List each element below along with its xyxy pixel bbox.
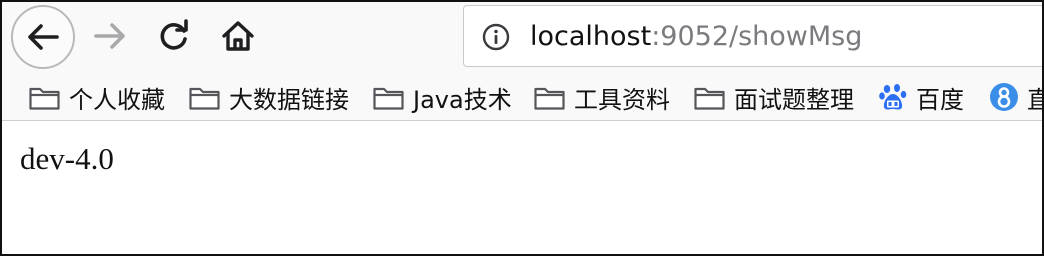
bookmark-label: 百度 [916, 85, 964, 114]
folder-icon [29, 87, 60, 110]
address-bar[interactable]: localhost:9052/showMsg [463, 5, 1042, 68]
number-8-circle-icon [990, 83, 1018, 111]
bookmarks-toolbar: 个人收藏 大数据链接 Java技术 工具资料 面试题整理 百度 [2, 74, 1042, 121]
arrow-left-icon [28, 24, 59, 50]
folder-icon [694, 87, 725, 110]
url-host: localhost [530, 21, 652, 52]
arrow-right-icon [94, 23, 125, 49]
page-content: dev-4.0 [2, 121, 1042, 254]
home-icon [222, 21, 254, 51]
bookmark-label: 面试题整理 [734, 85, 854, 114]
bookmark-label: 个人收藏 [69, 85, 165, 114]
url-port-path: :9052/showMsg [651, 21, 863, 52]
bookmark-folder-tools[interactable]: 工具资料 [533, 74, 670, 120]
forward-button[interactable] [88, 14, 132, 58]
reload-button[interactable] [152, 14, 196, 58]
bookmark-folder-interview[interactable]: 面试题整理 [693, 74, 854, 120]
folder-icon [189, 87, 220, 110]
bookmark-label: Java技术 [413, 85, 512, 114]
url-text[interactable]: localhost:9052/showMsg [530, 6, 862, 68]
navigation-toolbar: localhost:9052/showMsg [2, 2, 1042, 74]
home-button[interactable] [216, 14, 260, 58]
bookmark-baidu[interactable]: 百度 [878, 74, 964, 120]
info-icon[interactable] [482, 23, 510, 51]
bookmark-folder-favorites[interactable]: 个人收藏 [28, 74, 165, 120]
reload-icon [160, 19, 188, 50]
bookmark-folder-bigdata[interactable]: 大数据链接 [188, 74, 349, 120]
bookmark-label: 大数据链接 [229, 85, 349, 114]
browser-window: localhost:9052/showMsg 个人收藏 大数据链接 Java技术 [0, 0, 1044, 256]
back-button[interactable] [11, 5, 75, 69]
baidu-paw-icon [879, 84, 907, 110]
bookmark-label: 直 [1027, 80, 1042, 115]
folder-icon [373, 87, 404, 110]
bookmark-label: 工具资料 [574, 85, 670, 114]
bookmark-folder-java[interactable]: Java技术 [372, 74, 512, 120]
page-body-text: dev-4.0 [20, 141, 114, 176]
bookmark-site-8[interactable]: 直 [989, 74, 1042, 120]
folder-icon [534, 87, 565, 110]
